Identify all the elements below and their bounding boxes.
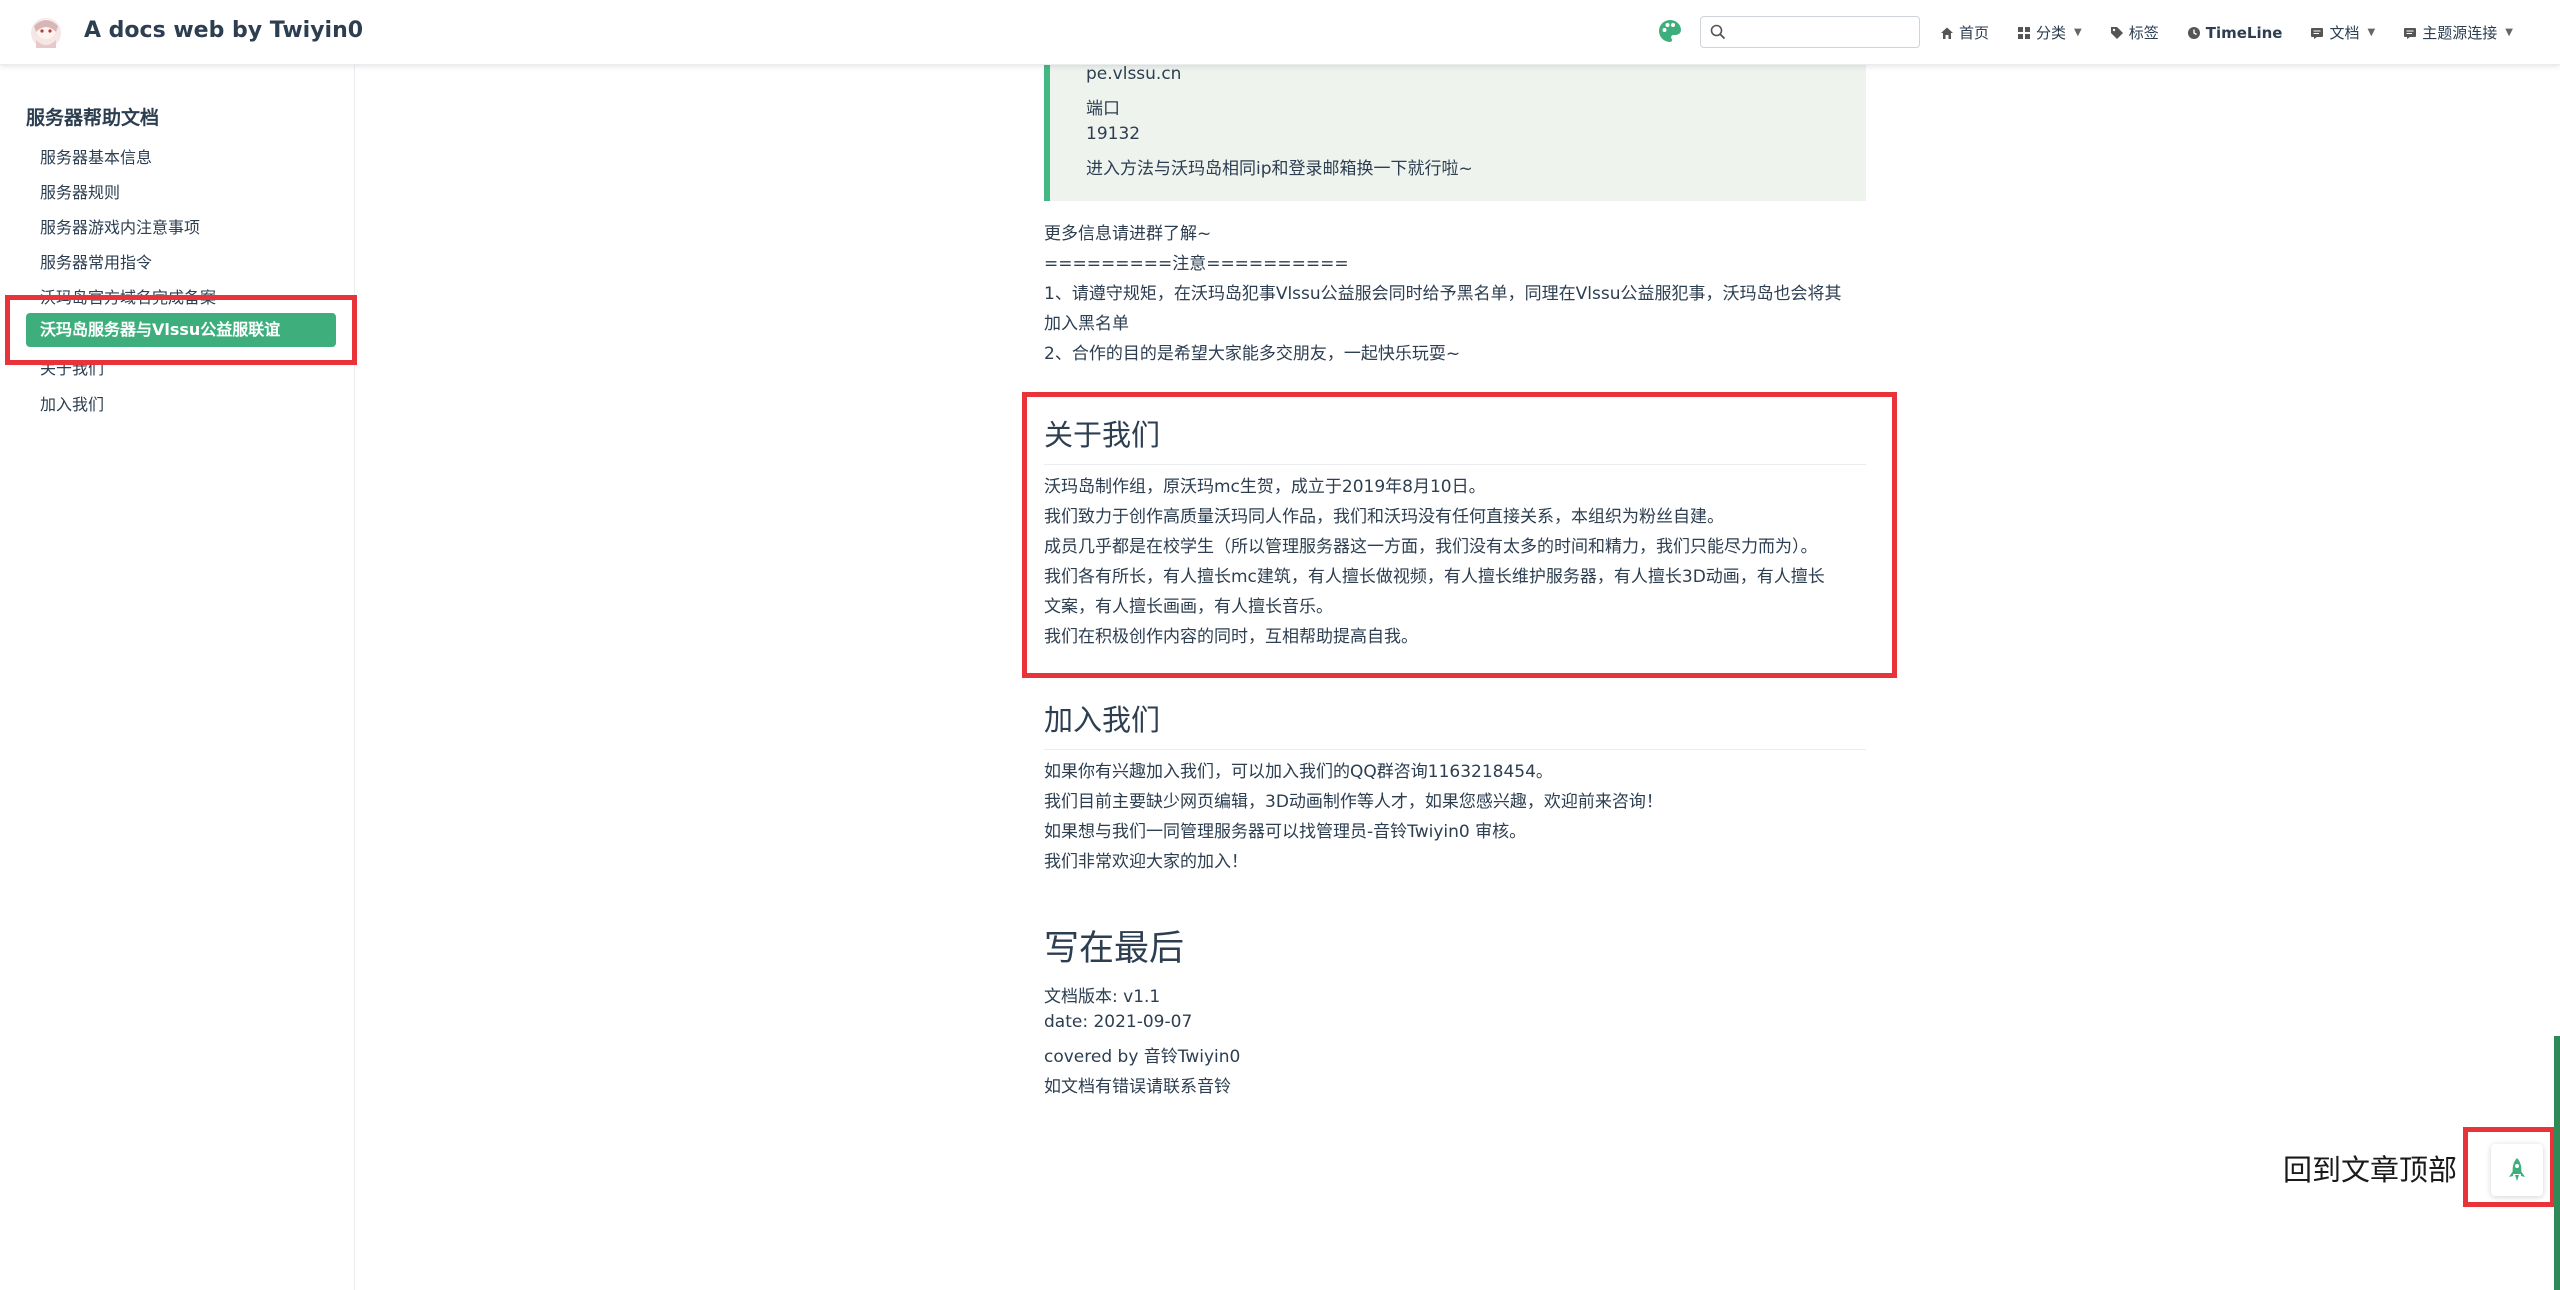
home-icon [1941, 27, 1953, 39]
blockquote-line: pe.vlssu.cn [1086, 64, 1182, 84]
nav-tags-label: 标签 [2128, 24, 2159, 42]
nav-docs[interactable]: 文档 ▼ [2310, 22, 2375, 43]
nav-home[interactable]: 首页 [1940, 22, 1989, 43]
final-line: 如文档有错误请联系音铃 [1044, 1077, 1231, 1097]
search-input[interactable] [1733, 21, 1917, 45]
sidebar-item-join[interactable]: 加入我们 [40, 391, 104, 415]
nav-timeline-label: TimeLine [2205, 23, 2283, 42]
server-info-blockquote: pe.vlssu.cn 端口 19132 进入方法与沃玛岛相同ip和登录邮箱换一… [1044, 44, 1866, 201]
blockquote-line: 进入方法与沃玛岛相同ip和登录邮箱换一下就行啦~ [1086, 159, 1473, 179]
nav-links: 首页 分类 ▼ 标签 TimeLine 文档 ▼ 主题源连接 ▼ [1940, 22, 2513, 43]
blockquote-line: 端口 [1086, 99, 1120, 119]
join-line: 如果想与我们一同管理服务器可以找管理员-音铃Twiyin0 审核。 [1044, 822, 1527, 842]
chevron-down-icon: ▼ [2505, 27, 2513, 38]
nav-category[interactable]: 分类 ▼ [2017, 22, 2082, 43]
search-box[interactable] [1700, 16, 1920, 48]
highlight-box-sidebar [5, 295, 357, 365]
nav-theme-source-label: 主题源连接 [2422, 24, 2498, 42]
site-logo[interactable] [26, 12, 66, 52]
scrollbar-thumb[interactable] [2554, 1036, 2560, 1290]
nav-docs-label: 文档 [2329, 24, 2360, 42]
nav-timeline[interactable]: TimeLine [2187, 23, 2283, 42]
sidebar: 服务器帮助文档 服务器基本信息 服务器规则 服务器游戏内注意事项 服务器常用指令… [0, 65, 355, 1290]
tag-icon [2110, 26, 2123, 39]
nav-category-label: 分类 [2036, 24, 2067, 42]
site-title[interactable]: A docs web by Twiyin0 [84, 18, 363, 43]
notice-line: 2、合作的目的是希望大家能多交朋友，一起快乐玩耍~ [1044, 344, 1461, 364]
highlight-box-about [1022, 392, 1897, 678]
sidebar-item-server-rules[interactable]: 服务器规则 [40, 179, 120, 203]
sidebar-heading[interactable]: 服务器帮助文档 [26, 103, 159, 130]
clock-icon [2187, 26, 2200, 39]
sidebar-item-server-info[interactable]: 服务器基本信息 [40, 144, 152, 168]
back-to-top-label: 回到文章顶部 [2283, 1153, 2458, 1187]
link-icon [2404, 27, 2417, 39]
notice-line: 加入黑名单 [1044, 314, 1129, 334]
join-line: 如果你有兴趣加入我们，可以加入我们的QQ群咨询1163218454。 [1044, 762, 1553, 782]
join-heading: 加入我们 [1044, 697, 1866, 750]
notice-line: 更多信息请进群了解~ [1044, 224, 1212, 244]
final-line: 文档版本: v1.1 [1044, 987, 1161, 1007]
highlight-box-back-to-top [2463, 1127, 2555, 1207]
nav-theme-source[interactable]: 主题源连接 ▼ [2403, 22, 2513, 43]
sidebar-item-commands[interactable]: 服务器常用指令 [40, 249, 152, 273]
final-line: covered by 音铃Twiyin0 [1044, 1047, 1241, 1067]
final-line: date: 2021-09-07 [1044, 1012, 1193, 1032]
search-icon [1710, 24, 1726, 40]
join-line: 我们目前主要缺少网页编辑，3D动画制作等人才，如果您感兴趣，欢迎前来咨询！ [1044, 792, 1663, 812]
sidebar-item-game-notes[interactable]: 服务器游戏内注意事项 [40, 214, 200, 238]
doc-icon [2311, 27, 2324, 39]
blockquote-line: 19132 [1086, 124, 1141, 144]
join-line: 我们非常欢迎大家的加入！ [1044, 852, 1248, 872]
chevron-down-icon: ▼ [2074, 27, 2082, 38]
nav-tags[interactable]: 标签 [2110, 22, 2159, 43]
category-icon [2018, 26, 2031, 39]
notice-line: 1、请遵守规矩，在沃玛岛犯事Vlssu公益服会同时给予黑名单，同理在Vlssu公… [1044, 284, 1842, 304]
navbar: A docs web by Twiyin0 首页 分类 ▼ 标签 TimeLin [0, 0, 2560, 65]
notice-line: =========注意========== [1044, 254, 1349, 274]
palette-icon[interactable] [1657, 18, 1683, 44]
final-heading: 写在最后 [1044, 929, 1185, 969]
nav-home-label: 首页 [1959, 24, 1990, 42]
chevron-down-icon: ▼ [2367, 27, 2376, 38]
